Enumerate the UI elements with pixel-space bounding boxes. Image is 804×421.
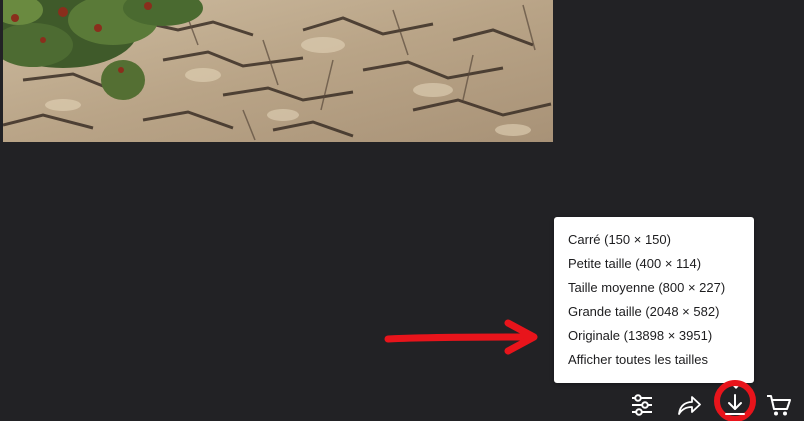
menu-item-original[interactable]: Originale (13898 × 3951) [554, 324, 754, 348]
cart-icon [767, 395, 791, 416]
download-button[interactable] [722, 392, 748, 418]
share-button[interactable] [676, 392, 702, 418]
sliders-icon [632, 394, 652, 416]
photo-viewer: Carré (150 × 150) Petite taille (400 × 1… [0, 0, 804, 421]
menu-item-large[interactable]: Grande taille (2048 × 582) [554, 300, 754, 324]
menu-item-medium[interactable]: Taille moyenne (800 × 227) [554, 276, 754, 300]
adjustments-button[interactable] [629, 392, 655, 418]
menu-item-square[interactable]: Carré (150 × 150) [554, 228, 754, 252]
download-icon [725, 394, 745, 415]
photo-image[interactable] [3, 0, 553, 142]
rock-photo-illustration [3, 0, 553, 142]
download-size-menu: Carré (150 × 150) Petite taille (400 × 1… [554, 217, 754, 389]
share-arrow-icon [678, 396, 701, 415]
menu-item-all-sizes[interactable]: Afficher toutes les tailles [554, 348, 754, 372]
menu-item-small[interactable]: Petite taille (400 × 114) [554, 252, 754, 276]
cart-button[interactable] [766, 392, 792, 418]
annotation-arrow [384, 319, 538, 355]
